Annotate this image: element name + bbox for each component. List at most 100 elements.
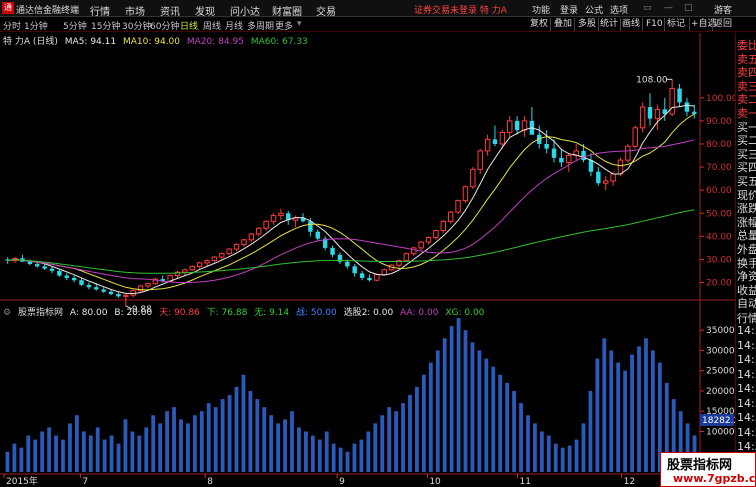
candle-body [418, 241, 424, 249]
volume-bar [74, 415, 79, 472]
candle-body [514, 120, 520, 131]
volume-bar [359, 439, 364, 472]
ma10-line [7, 113, 695, 291]
volume-bar [616, 362, 621, 472]
volume-bar [213, 407, 218, 472]
candle-body [49, 268, 55, 271]
volume-bar [88, 435, 93, 472]
volume-bar [102, 439, 107, 472]
candle-body [71, 277, 77, 281]
candle-body [617, 159, 624, 175]
quote-side-panel[interactable]: 委比 卖五 卖四 卖三 卖二 卖一 买一 买二 买三 买四 买五 现价 涨跌 涨幅 总量 外盘 换手 净资 收益 自动… [735, 33, 756, 485]
volume-bar [130, 431, 135, 472]
volume-bar [33, 439, 38, 472]
candle-body [551, 148, 557, 158]
candle-body [647, 107, 653, 119]
volume-bar [241, 374, 246, 472]
low-price-label: 9.88 [132, 305, 152, 315]
candle-body [425, 237, 432, 243]
volume-bar [449, 326, 454, 472]
candle-body [499, 131, 506, 145]
high-price-label: 108.00 [636, 75, 668, 85]
volume-bar [331, 443, 336, 472]
candle-body [403, 253, 410, 262]
volume-bar [19, 447, 24, 472]
volume-bar [519, 403, 523, 472]
volume-bar [47, 427, 52, 472]
watermark-url: www.7gpzb.com [673, 472, 756, 485]
candle-body [79, 280, 84, 285]
volume-tick-label: 35000 [706, 326, 735, 336]
candlestick-series [5, 79, 697, 306]
date-tick-label: 10 [429, 477, 441, 487]
volume-bar [109, 435, 114, 472]
volume-bar [581, 423, 586, 472]
volume-bar [283, 419, 287, 472]
candle-body [145, 283, 151, 287]
volume-bar [380, 415, 385, 472]
watermark-title: 股票指标网 [667, 458, 733, 473]
volume-bar [310, 435, 315, 472]
candle-body [625, 145, 631, 161]
volume-bar [484, 358, 489, 472]
candle-body [211, 256, 218, 262]
candle-body [610, 173, 616, 182]
candle-body [507, 120, 513, 133]
volume-bar [324, 431, 329, 472]
volume-bar [317, 439, 322, 472]
candle-body [219, 253, 225, 258]
volume-bar [179, 419, 183, 472]
volume-bar [95, 427, 100, 472]
volume-tick-label: 30000 [706, 346, 735, 356]
candle-body [352, 266, 357, 274]
candle-body [367, 277, 372, 281]
candle-body [440, 220, 447, 232]
side-panel-row: 14:5 [737, 324, 756, 337]
price-tick-label: 50.00 [706, 209, 732, 219]
candle-body [108, 291, 114, 295]
side-panel-row: 14:5 [737, 411, 756, 424]
volume-bar [567, 445, 572, 472]
price-tick-label: 60.00 [706, 186, 732, 196]
volume-bar [560, 447, 565, 472]
volume-bar [61, 439, 65, 472]
candle-body [544, 143, 549, 149]
candle-body [654, 108, 661, 120]
chart-canvas[interactable]: 20.00 30.00 40.00 50.00 60.00 70.00 80.00 90.00… [0, 0, 735, 487]
candle-body [359, 273, 365, 278]
volume-bar [172, 407, 176, 472]
volume-bar [276, 423, 281, 472]
volume-bar [151, 415, 156, 472]
volume-bar [644, 338, 648, 472]
volume-bar [199, 411, 204, 472]
candle-body [204, 260, 210, 264]
volume-bar [623, 370, 628, 472]
volume-bar [470, 342, 475, 472]
date-axis: 2015年 7 8 9 10 11 12 [3, 474, 635, 487]
candle-body [639, 106, 646, 129]
candle-body [248, 233, 255, 241]
volume-bar [394, 411, 399, 472]
candle-body [263, 220, 269, 229]
candle-body [566, 155, 572, 163]
candle-body [669, 88, 675, 115]
volume-bar [206, 403, 211, 472]
volume-bar [512, 390, 516, 472]
volume-bar [352, 443, 357, 472]
candle-body [677, 88, 682, 103]
volume-bar [345, 451, 350, 472]
candle-body [433, 230, 439, 239]
candle-body [255, 227, 262, 235]
volume-bar [220, 399, 225, 472]
side-panel-row: 14:5 [737, 396, 756, 410]
candle-body [477, 150, 483, 170]
candle-body [345, 261, 350, 267]
volume-bar [477, 350, 482, 472]
ma-lines [7, 104, 695, 295]
volume-bar [609, 350, 614, 472]
volume-bar [81, 431, 86, 472]
price-tick-label: 90.00 [706, 117, 732, 127]
candle-body [581, 150, 586, 161]
volume-bar [158, 423, 163, 472]
volume-bar [602, 338, 607, 472]
